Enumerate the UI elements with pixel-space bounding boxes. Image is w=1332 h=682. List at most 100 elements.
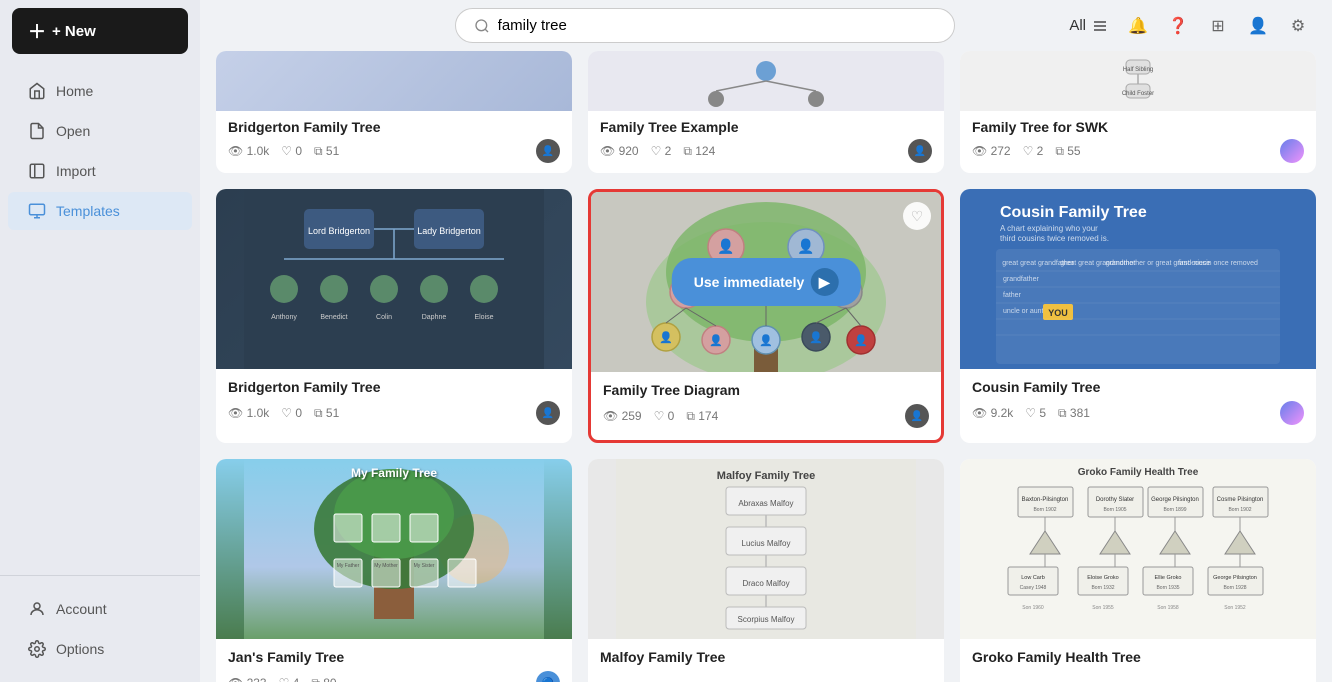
svg-text:Lucius Malfoy: Lucius Malfoy bbox=[742, 539, 791, 548]
sidebar-item-account[interactable]: Account bbox=[8, 590, 192, 628]
svg-text:Abraxas Malfoy: Abraxas Malfoy bbox=[738, 499, 793, 508]
bridgerton-views: 👁 1.0k bbox=[228, 144, 269, 158]
swk-copies: ⧉ 55 bbox=[1055, 144, 1080, 159]
notification-icon[interactable]: 🔔 bbox=[1124, 12, 1152, 40]
swk-viz: Half Sibling Child Foster bbox=[1098, 56, 1178, 106]
b-views: 👁 1.0k bbox=[228, 406, 269, 420]
svg-text:grandfather: grandfather bbox=[1003, 276, 1039, 283]
svg-text:👤: 👤 bbox=[659, 331, 673, 344]
nav-items: Home Open Import Templates bbox=[0, 62, 200, 575]
svg-text:Ellie Groko: Ellie Groko bbox=[1155, 575, 1182, 581]
svg-text:Born 1902: Born 1902 bbox=[1228, 507, 1251, 513]
svg-text:👤: 👤 bbox=[717, 238, 734, 255]
svg-text:YOU: YOU bbox=[1048, 308, 1068, 318]
menu-icon bbox=[1092, 18, 1108, 34]
swk-likes: ♡ 2 bbox=[1023, 144, 1044, 158]
svg-text:Baxton-Pilsington: Baxton-Pilsington bbox=[1022, 497, 1069, 503]
swk-title: Family Tree for SWK bbox=[960, 111, 1316, 139]
svg-text:Draco Malfoy: Draco Malfoy bbox=[742, 579, 789, 588]
cousin-tree-thumb: Cousin Family Tree A chart explaining wh… bbox=[960, 189, 1316, 369]
cousin-tree-info: Cousin Family Tree 👁 9.2k ♡ 5 ⧉ 381 bbox=[960, 369, 1316, 437]
heart-icon[interactable]: ♡ bbox=[903, 202, 931, 230]
partial-card-1[interactable]: Bridgerton Family Tree 👁 1.0k ♡ 0 ⧉ 51 👤 bbox=[216, 51, 572, 173]
search-input[interactable] bbox=[498, 17, 936, 34]
svg-text:Colin: Colin bbox=[376, 314, 392, 321]
svg-text:uncle or aunt: uncle or aunt bbox=[1003, 308, 1044, 315]
svg-text:👤: 👤 bbox=[797, 238, 814, 255]
bridgerton-card-meta: 👁 1.0k ♡ 0 ⧉ 51 👤 bbox=[228, 401, 560, 425]
malfoy-thumb: Malfoy Family Tree Abraxas Malfoy Lucius… bbox=[588, 459, 944, 639]
svg-text:Casey 1948: Casey 1948 bbox=[1020, 585, 1047, 591]
new-button[interactable]: ＋ + New bbox=[12, 8, 188, 54]
svg-text:Benedict: Benedict bbox=[320, 314, 347, 321]
sidebar-item-options-label: Options bbox=[56, 641, 104, 657]
home-icon bbox=[28, 82, 46, 100]
sidebar-item-templates-label: Templates bbox=[56, 203, 120, 219]
svg-text:My Mother: My Mother bbox=[374, 563, 398, 569]
svg-text:Eloise Groko: Eloise Groko bbox=[1087, 575, 1119, 581]
fe-copies: ⧉ 124 bbox=[683, 144, 715, 159]
use-immediately-button[interactable]: Use immediately ▶ bbox=[672, 258, 861, 306]
family-tree-example-card[interactable]: Family Tree Example 👁 920 ♡ 2 ⧉ 124 👤 bbox=[588, 51, 944, 173]
bridgerton-card-title: Bridgerton Family Tree bbox=[228, 379, 560, 395]
bridgerton-copies: ⧉ 51 bbox=[314, 144, 339, 159]
sidebar-item-open-label: Open bbox=[56, 123, 90, 139]
partial-thumb-1 bbox=[216, 51, 572, 111]
family-example-meta: 👁 920 ♡ 2 ⧉ 124 👤 bbox=[588, 139, 944, 173]
cousin-tree-meta: 👁 9.2k ♡ 5 ⧉ 381 bbox=[972, 401, 1304, 425]
search-icon bbox=[474, 18, 490, 34]
family-tree-swk-card[interactable]: Half Sibling Child Foster Family Tree fo… bbox=[960, 51, 1316, 173]
help-icon[interactable]: ❓ bbox=[1164, 12, 1192, 40]
svg-text:Born 1905: Born 1905 bbox=[1103, 507, 1126, 513]
bridgerton-meta: 👁 1.0k ♡ 0 ⧉ 51 👤 bbox=[216, 139, 572, 173]
sidebar-item-home[interactable]: Home bbox=[8, 72, 192, 110]
partial-top-row: Bridgerton Family Tree 👁 1.0k ♡ 0 ⧉ 51 👤 bbox=[216, 51, 1316, 173]
bridgerton-viz: Lord Bridgerton Lady Bridgerton Anthony … bbox=[216, 189, 572, 369]
svg-text:Cousin Family Tree: Cousin Family Tree bbox=[1000, 204, 1147, 221]
health-tree-info: Groko Family Health Tree bbox=[960, 639, 1316, 682]
fe-views: 👁 920 bbox=[600, 144, 639, 158]
svg-text:Half Sibling: Half Sibling bbox=[1123, 67, 1153, 73]
family-diagram-thumb: 👤 👤 👤 👤 👤 👤 👤 👤 👤 👤 ♡ bbox=[591, 192, 941, 372]
sidebar-item-open[interactable]: Open bbox=[8, 112, 192, 150]
use-immediately-label: Use immediately bbox=[694, 274, 805, 290]
health-tree-card[interactable]: Groko Family Health Tree Baxton-Pilsingt… bbox=[960, 459, 1316, 682]
health-tree-title: Groko Family Health Tree bbox=[972, 649, 1304, 665]
ct-avatar bbox=[1280, 401, 1304, 425]
sidebar-bottom: Account Options bbox=[0, 575, 200, 682]
swk-views: 👁 272 bbox=[972, 144, 1011, 158]
svg-text:Son 1958: Son 1958 bbox=[1157, 605, 1179, 611]
bridgerton-card[interactable]: Lord Bridgerton Lady Bridgerton Anthony … bbox=[216, 189, 572, 443]
family-example-viz bbox=[588, 51, 944, 111]
account-icon bbox=[28, 600, 46, 618]
header: All 🔔 ❓ ⊞ 👤 ⚙ bbox=[200, 0, 1332, 51]
fd-views: 👁 259 bbox=[603, 409, 642, 423]
malfoy-card[interactable]: Malfoy Family Tree Abraxas Malfoy Lucius… bbox=[588, 459, 944, 682]
family-diagram-card[interactable]: 👤 👤 👤 👤 👤 👤 👤 👤 👤 👤 ♡ bbox=[588, 189, 944, 443]
sidebar-item-import-label: Import bbox=[56, 163, 96, 179]
sidebar-item-import[interactable]: Import bbox=[8, 152, 192, 190]
svg-text:first cousin once removed: first cousin once removed bbox=[1178, 260, 1258, 267]
apps-icon[interactable]: ⊞ bbox=[1204, 12, 1232, 40]
svg-text:My Sister: My Sister bbox=[414, 563, 435, 569]
jans-tree-meta: 👁 233 ♡ 4 ⧉ 80 🔵 bbox=[228, 671, 560, 682]
jt-likes: ♡ 4 bbox=[279, 676, 300, 682]
jans-tree-card[interactable]: My Family Tree My Father My Mother My Si… bbox=[216, 459, 572, 682]
profile-icon[interactable]: 👤 bbox=[1244, 12, 1272, 40]
family-example-title: Family Tree Example bbox=[588, 111, 944, 139]
sidebar-item-options[interactable]: Options bbox=[8, 630, 192, 668]
svg-text:third cousins twice removed is: third cousins twice removed is. bbox=[1000, 234, 1109, 243]
cousin-tree-card[interactable]: Cousin Family Tree A chart explaining wh… bbox=[960, 189, 1316, 443]
fd-avatar: 👤 bbox=[905, 404, 929, 428]
svg-text:Daphne: Daphne bbox=[422, 314, 447, 321]
svg-text:Born 1932: Born 1932 bbox=[1091, 585, 1114, 591]
sidebar-item-account-label: Account bbox=[56, 601, 107, 617]
settings-icon[interactable]: ⚙ bbox=[1284, 12, 1312, 40]
fd-copies: ⧉ 174 bbox=[686, 409, 718, 424]
import-icon bbox=[28, 162, 46, 180]
bridgerton-thumb: Lord Bridgerton Lady Bridgerton Anthony … bbox=[216, 189, 572, 369]
use-btn-dot: ▶ bbox=[810, 268, 838, 296]
sidebar-item-templates[interactable]: Templates bbox=[8, 192, 192, 230]
all-filter-button[interactable]: All bbox=[1069, 17, 1108, 34]
ct-likes: ♡ 5 bbox=[1025, 406, 1046, 420]
